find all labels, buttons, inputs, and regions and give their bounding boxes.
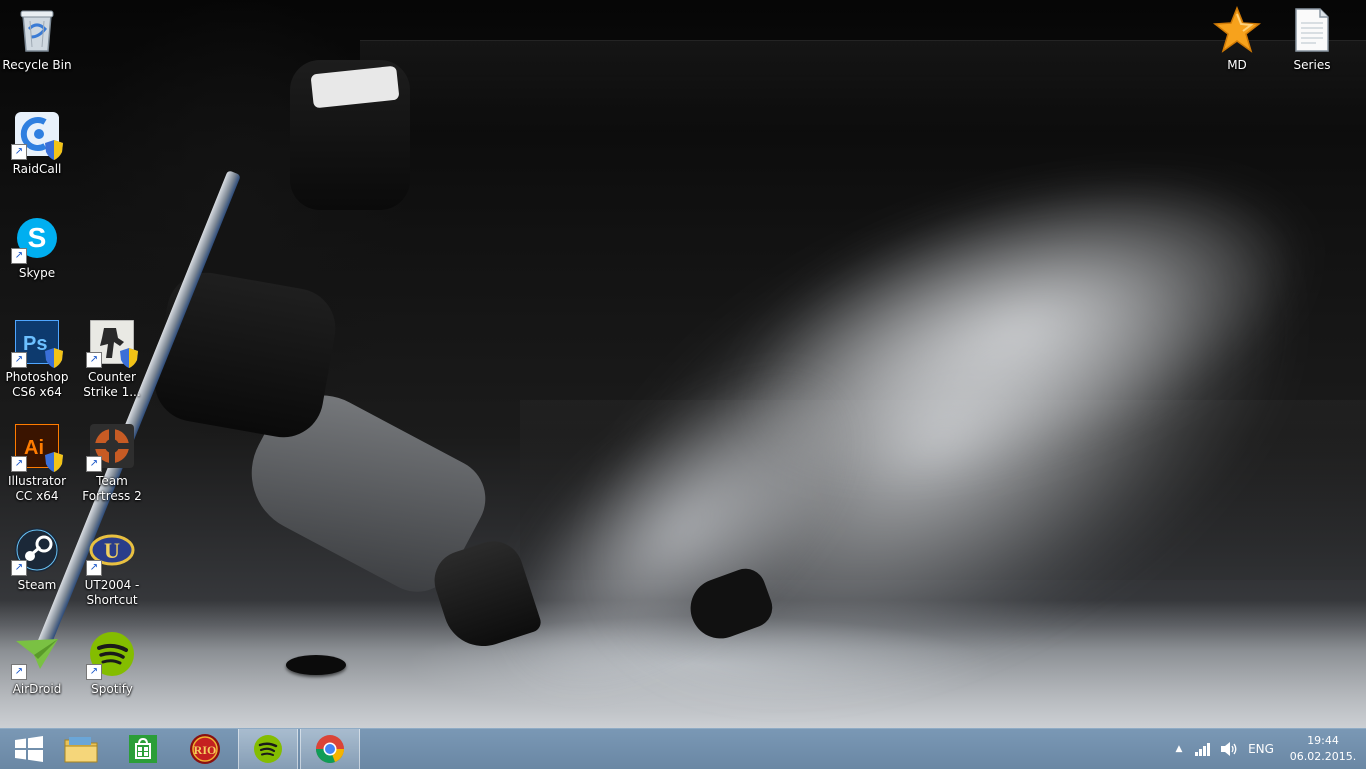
desktop-icon-ut2004[interactable]: U ↗ UT2004 - Shortcut bbox=[75, 522, 149, 618]
shortcut-arrow-icon: ↗ bbox=[86, 560, 102, 576]
taskbar: RIO ▲ ENG 19:44 06.02.2015. bbox=[0, 728, 1366, 769]
uac-shield-icon bbox=[45, 452, 63, 472]
icon-label: Series bbox=[1293, 58, 1331, 72]
desktop-icon-md[interactable]: MD bbox=[1200, 2, 1274, 98]
rio-app-icon: RIO bbox=[190, 734, 220, 764]
icon-label: Counter Strike 1... bbox=[83, 370, 141, 399]
taskbar-clock[interactable]: 19:44 06.02.2015. bbox=[1288, 733, 1358, 765]
windows-start-icon bbox=[15, 736, 43, 762]
desktop-icon-series[interactable]: Series bbox=[1275, 2, 1349, 98]
icon-label: AirDroid bbox=[12, 682, 62, 696]
steam-icon: ↗ bbox=[11, 526, 61, 576]
desktop-icon-steam[interactable]: ↗ Steam bbox=[0, 522, 74, 618]
shortcut-arrow-icon: ↗ bbox=[86, 664, 102, 680]
shortcut-arrow-icon: ↗ bbox=[86, 352, 102, 368]
icon-label: Team Fortress 2 bbox=[82, 474, 142, 503]
desktop-wallpaper: Recycle Bin ↗ RaidCall S ↗ Skype Ps ↗ Ph… bbox=[0, 0, 1366, 728]
windows-store-icon bbox=[129, 735, 157, 763]
shortcut-arrow-icon: ↗ bbox=[86, 456, 102, 472]
icon-label: RaidCall bbox=[12, 162, 62, 176]
star-folder-icon bbox=[1213, 6, 1261, 54]
ut2004-icon: U ↗ bbox=[86, 526, 136, 576]
show-hidden-icons-button[interactable]: ▲ bbox=[1170, 729, 1188, 769]
start-button[interactable] bbox=[0, 729, 58, 769]
photoshop-icon: Ps ↗ bbox=[11, 318, 63, 368]
icon-label: Illustrator CC x64 bbox=[7, 474, 67, 503]
desktop-icon-counter-strike[interactable]: ↗ Counter Strike 1... bbox=[75, 314, 149, 410]
shortcut-arrow-icon: ↗ bbox=[11, 248, 27, 264]
taskbar-chrome-button[interactable] bbox=[300, 729, 360, 769]
desktop-icon-team-fortress[interactable]: ↗ Team Fortress 2 bbox=[75, 418, 149, 514]
recycle-bin-icon bbox=[13, 6, 61, 54]
shortcut-arrow-icon: ↗ bbox=[11, 144, 27, 160]
taskbar-rio-button[interactable]: RIO bbox=[176, 729, 234, 769]
icon-label: MD bbox=[1227, 58, 1247, 72]
icon-label: Spotify bbox=[91, 682, 133, 696]
clock-date: 06.02.2015. bbox=[1289, 750, 1357, 763]
raidcall-icon: ↗ bbox=[11, 110, 63, 160]
desktop-icon-airdroid[interactable]: ↗ AirDroid bbox=[0, 626, 74, 722]
taskbar-file-explorer-button[interactable] bbox=[52, 729, 110, 769]
desktop-icon-photoshop[interactable]: Ps ↗ Photoshop CS6 x64 bbox=[0, 314, 74, 410]
file-explorer-icon bbox=[64, 737, 98, 763]
svg-text:RIO: RIO bbox=[194, 743, 217, 757]
icon-label: Photoshop CS6 x64 bbox=[5, 370, 69, 399]
desktop-icon-spotify[interactable]: ↗ Spotify bbox=[75, 626, 149, 722]
chrome-icon bbox=[316, 735, 344, 763]
svg-text:Ai: Ai bbox=[24, 437, 44, 459]
taskbar-store-button[interactable] bbox=[114, 729, 172, 769]
icon-label: Steam bbox=[17, 578, 57, 592]
illustrator-icon: Ai ↗ bbox=[11, 422, 63, 472]
uac-shield-icon bbox=[120, 348, 138, 368]
counter-strike-icon: ↗ bbox=[86, 318, 138, 368]
shortcut-arrow-icon: ↗ bbox=[11, 664, 27, 680]
uac-shield-icon bbox=[45, 348, 63, 368]
svg-text:S: S bbox=[28, 222, 47, 253]
svg-text:U: U bbox=[104, 538, 120, 563]
skype-icon: S ↗ bbox=[11, 214, 61, 264]
airdroid-icon: ↗ bbox=[11, 630, 61, 680]
icon-label: UT2004 - Shortcut bbox=[84, 578, 140, 607]
shortcut-arrow-icon: ↗ bbox=[11, 352, 27, 368]
text-document-icon bbox=[1288, 6, 1336, 54]
clock-time: 19:44 bbox=[1307, 734, 1339, 747]
input-language-indicator[interactable]: ENG bbox=[1244, 729, 1278, 769]
volume-icon[interactable] bbox=[1218, 729, 1240, 769]
icon-label: Recycle Bin bbox=[2, 58, 72, 72]
desktop-icon-recycle-bin[interactable]: Recycle Bin bbox=[0, 2, 74, 98]
spotify-icon bbox=[254, 735, 282, 763]
network-signal-icon[interactable] bbox=[1192, 729, 1216, 769]
icon-label: Skype bbox=[18, 266, 56, 280]
shortcut-arrow-icon: ↗ bbox=[11, 456, 27, 472]
spotify-icon: ↗ bbox=[86, 630, 136, 680]
desktop-icon-illustrator[interactable]: Ai ↗ Illustrator CC x64 bbox=[0, 418, 74, 514]
taskbar-spotify-button[interactable] bbox=[238, 729, 298, 769]
shortcut-arrow-icon: ↗ bbox=[11, 560, 27, 576]
team-fortress-icon: ↗ bbox=[86, 422, 136, 472]
desktop-icon-skype[interactable]: S ↗ Skype bbox=[0, 210, 74, 306]
hockey-puck bbox=[286, 655, 346, 675]
desktop-icon-raidcall[interactable]: ↗ RaidCall bbox=[0, 106, 74, 202]
uac-shield-icon bbox=[45, 140, 63, 160]
